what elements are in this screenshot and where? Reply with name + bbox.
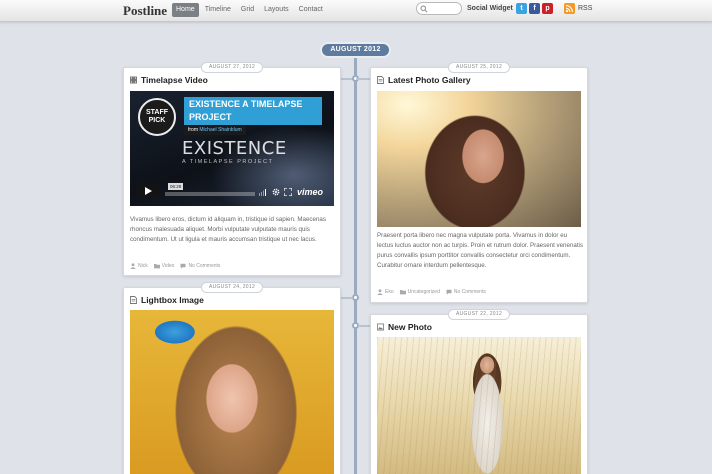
rss-icon[interactable] [564,3,575,14]
pinterest-icon[interactable]: p [542,3,553,14]
timeline-connector [358,325,370,327]
nav-home[interactable]: Home [172,3,199,17]
post-meta: Nick Video No Comments [130,263,220,269]
post-title[interactable]: Latest Photo Gallery [377,75,471,85]
month-badge: AUGUST 2012 [320,42,391,58]
user-icon [130,263,136,269]
play-icon [145,186,152,195]
facebook-icon[interactable]: f [529,3,540,14]
post-title[interactable]: New Photo [377,322,432,332]
post-title[interactable]: Lightbox Image [130,295,204,305]
folder-icon [399,290,406,295]
post-author: Eko [385,289,394,295]
post-comments: No Comments [453,289,486,295]
post-excerpt: Vivamus libero eros, dictum id aliquam i… [130,216,326,243]
nav-contact[interactable]: Contact [295,3,327,17]
social-icons: t f p [516,3,553,14]
video-overlay-subtitle: A TIMELAPSE PROJECT [182,159,274,165]
post-title-text: Lightbox Image [141,295,204,305]
timeline-line [354,56,357,474]
post-date: AUGUST 27, 2012 [200,62,264,73]
video-progress-bar[interactable] [165,192,255,196]
timeline-connector [341,297,353,299]
staff-pick-line1: STAFF [145,109,169,116]
post-date: AUGUST 24, 2012 [200,282,264,293]
video-byline: from Michael Shainblum [184,126,246,135]
post-title-text: Latest Photo Gallery [388,75,471,85]
post-image[interactable] [130,310,334,474]
post-comments: No Comments [188,263,221,269]
rss-link[interactable]: RSS [578,5,592,12]
video-author-link[interactable]: Michael Shainblum [199,127,241,133]
vimeo-logo[interactable]: vimeo [297,187,323,197]
post-meta-category[interactable]: Uncategorized [399,289,440,295]
film-icon [130,76,137,84]
top-bar: Postline Home Timeline Grid Layouts Cont… [0,0,712,22]
play-button[interactable] [136,183,160,198]
post-meta-author[interactable]: Eko [377,289,394,295]
twitter-icon[interactable]: t [516,3,527,14]
post-card-new-photo: AUGUST 22, 2012 New Photo [370,309,588,474]
site-logo[interactable]: Postline [123,3,167,19]
settings-gear-icon[interactable] [272,188,280,196]
post-meta-author[interactable]: Nick [130,263,148,269]
image-icon [377,323,384,331]
social-widget-label: Social Widget [467,5,513,12]
video-time: 06:29 [168,183,184,190]
post-category: Uncategorized [407,289,440,295]
timeline-connector [356,78,370,80]
video-byline-prefix: from [188,127,198,133]
post-meta-comments[interactable]: No Comments [446,289,486,295]
search-input[interactable] [429,4,459,14]
post-excerpt: Praesent porta libero nec magna vulputat… [377,232,584,269]
comment-icon [180,263,186,269]
nav-layouts[interactable]: Layouts [260,3,293,17]
post-date: AUGUST 22, 2012 [447,309,511,320]
video-player[interactable]: STAFF PICK EXISTENCE A TIMELAPSE PROJECT… [130,91,334,206]
volume-icon[interactable] [259,188,267,196]
nav-grid[interactable]: Grid [237,3,258,17]
post-image[interactable] [377,91,581,227]
staff-pick-badge: STAFF PICK [138,98,176,136]
post-card-gallery: AUGUST 25, 2012 Latest Photo Gallery Pra… [370,62,588,303]
post-category: Video [161,263,175,269]
search-icon[interactable] [420,5,428,13]
document-icon [377,76,384,84]
main-nav: Home Timeline Grid Layouts Contact [172,3,327,17]
post-card-timelapse: AUGUST 27, 2012 Timelapse Video STAFF PI… [123,62,341,276]
post-meta-category[interactable]: Video [153,263,175,269]
user-icon [377,289,383,295]
post-image[interactable] [377,337,581,474]
nav-timeline[interactable]: Timeline [201,3,235,17]
document-icon [130,296,137,304]
fullscreen-icon[interactable] [284,188,292,196]
video-overlay-title: EXISTENCE [182,138,287,159]
post-meta-comments[interactable]: No Comments [180,263,220,269]
post-meta: Eko Uncategorized No Comments [377,289,486,295]
search-box [416,2,462,15]
post-title[interactable]: Timelapse Video [130,75,208,85]
video-title[interactable]: EXISTENCE A TIMELAPSE PROJECT [184,97,322,125]
staff-pick-line2: PICK [148,117,166,124]
folder-icon [153,264,160,269]
post-title-text: New Photo [388,322,432,332]
timeline-node [352,294,359,301]
post-card-lightbox: AUGUST 24, 2012 Lightbox Image [123,282,341,474]
post-author: Nick [138,263,148,269]
post-date: AUGUST 25, 2012 [447,62,511,73]
post-title-text: Timelapse Video [141,75,208,85]
comment-icon [446,289,452,295]
